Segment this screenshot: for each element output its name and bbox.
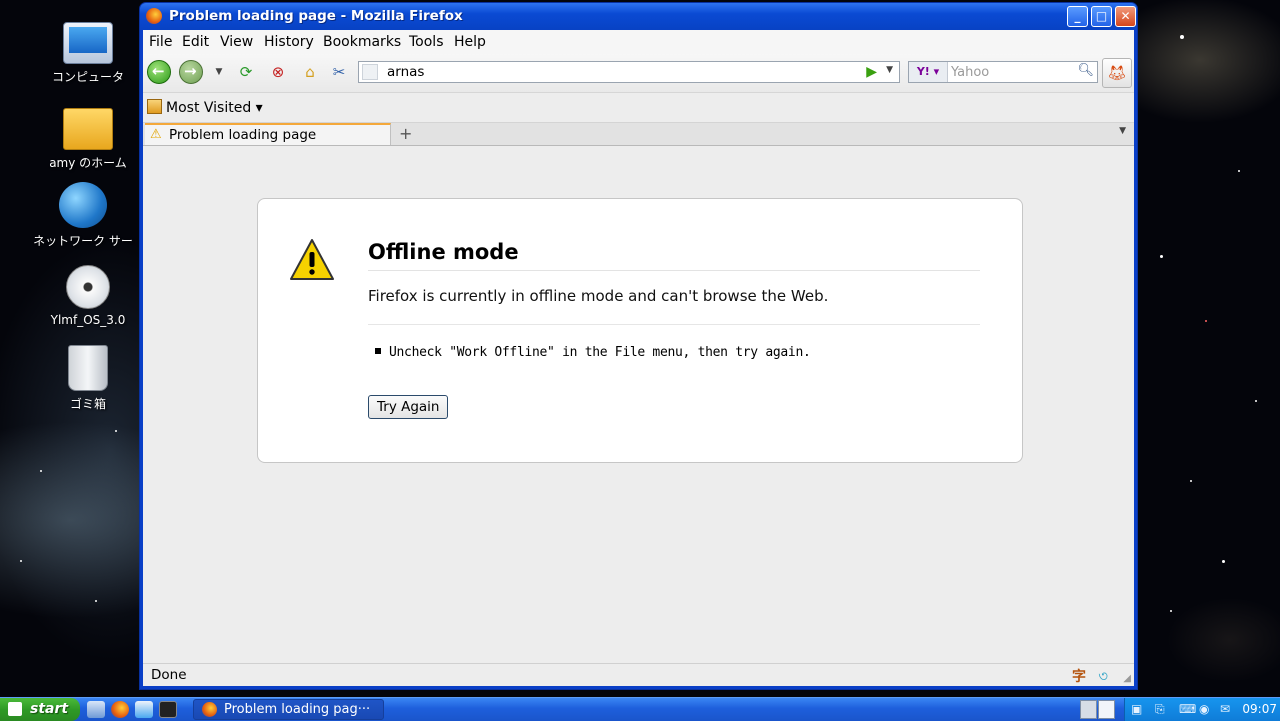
menu-view[interactable]: View [220,34,253,50]
firefox-logo-icon [146,8,162,24]
network-servers-icon [59,182,107,228]
desktop-icon-computer[interactable]: コンピュータ [33,22,143,85]
menu-help[interactable]: Help [454,34,486,50]
workspace-switcher[interactable] [1080,700,1116,719]
error-suggestion-text: Uncheck "Work Offline" in the File menu,… [389,345,811,360]
history-dropdown-icon[interactable]: ▼ [209,62,229,82]
maximize-button[interactable]: □ [1091,6,1112,27]
warning-icon: ⚠ [150,127,162,142]
network-icon[interactable]: ⎘ [1155,702,1165,717]
desktop-icon-label: Ylmf_OS_3.0 [50,313,126,327]
go-arrow-icon[interactable]: ▶ [866,64,877,80]
desktop-icon-trash[interactable]: ゴミ箱 [33,345,143,412]
yahoo-icon: Y! [916,65,930,78]
bookmark-folder-icon [147,99,162,114]
page-content: Offline mode Firefox is currently in off… [143,146,1134,664]
window-client: File Edit View History Bookmarks Tools H… [143,30,1134,686]
resize-grip-icon[interactable]: ◢ [1123,673,1131,684]
search-bar[interactable]: Y! ▾ 🔍︎ [908,61,1098,83]
mail-icon[interactable]: ✉ [1220,702,1230,716]
minimize-button[interactable]: _ [1067,6,1088,27]
url-dropdown-icon[interactable]: ▼ [886,65,893,75]
workspace-1[interactable] [1080,700,1097,719]
desktop-icon-label: amy のホーム [49,156,127,170]
show-desktop-icon[interactable] [87,701,105,718]
firefox-logo-icon [202,702,217,717]
error-title: Offline mode [368,240,980,271]
trash-icon [68,345,108,391]
most-visited-label: Most Visited ▾ [166,100,263,116]
desktop-icon-disc[interactable]: Ylmf_OS_3.0 [33,265,143,327]
tray-app-icon[interactable]: ▣ [1131,702,1142,716]
warning-triangle-icon [290,239,334,280]
start-button[interactable]: start [0,698,80,721]
error-suggestion-item: Uncheck "Work Offline" in the File menu,… [375,345,811,360]
try-again-button[interactable]: Try Again [368,395,449,419]
site-identity-icon [362,64,378,80]
tab-problem-loading[interactable]: ⚠ Problem loading page [145,123,391,145]
desktop-icon-label: コンピュータ [51,70,124,84]
bullet-icon [375,348,381,354]
forward-button[interactable]: → [179,60,203,84]
close-button[interactable]: ✕ [1115,6,1136,27]
disc-icon [66,265,110,309]
menu-history[interactable]: History [264,34,314,50]
new-tab-button[interactable]: + [399,124,412,143]
desktop-icon-network[interactable]: ネットワーク サー [28,182,138,249]
forward-arrow-icon: → [184,62,197,80]
taskbar-item-firefox[interactable]: Problem loading pag··· [193,699,384,720]
error-divider [368,324,980,325]
back-button[interactable]: ← [147,60,171,84]
keyboard-icon[interactable]: ⌨ [1179,702,1196,716]
stop-icon[interactable]: ⊗ [268,62,288,82]
url-bar[interactable]: ▶ ▼ [358,61,900,83]
status-bar: Done 字 ৩ ◢ [143,663,1134,686]
menu-tools[interactable]: Tools [409,34,444,50]
window-title: Problem loading page - Mozilla Firefox [169,8,463,24]
update-icon[interactable]: ◉ [1199,702,1209,716]
error-page-container: Offline mode Firefox is currently in off… [257,198,1023,463]
computer-icon [63,22,113,64]
bookmarks-toolbar: Most Visited ▾ [143,93,1134,123]
clock[interactable]: 09:07 [1242,702,1277,716]
navigation-toolbar: ← → ▼ ⟳ ⊗ ⌂ ✂ ▶ ▼ Y! ▾ 🔍︎ 🦊︎ [143,54,1134,93]
firefox-window: Problem loading page - Mozilla Firefox _… [139,2,1138,690]
status-text: Done [151,667,187,683]
addon-status-icon[interactable]: ৩ [1098,665,1108,690]
taskbar-item-label: Problem loading pag··· [224,702,371,717]
tab-bar: ⚠ Problem loading page + ▼ [143,123,1134,146]
menu-bar: File Edit View History Bookmarks Tools H… [143,30,1134,54]
workspace-2[interactable] [1098,700,1115,719]
home-icon[interactable]: ⌂ [300,62,320,82]
window-titlebar[interactable]: Problem loading page - Mozilla Firefox _… [140,3,1137,30]
back-arrow-icon: ← [152,62,165,80]
reload-icon[interactable]: ⟳ [236,62,256,82]
menu-bookmarks[interactable]: Bookmarks [323,34,401,50]
firefox-launcher-icon[interactable] [111,701,129,718]
start-logo-icon [8,702,22,716]
url-input[interactable] [387,63,837,81]
terminal-icon[interactable] [159,701,177,718]
menu-edit[interactable]: Edit [182,34,209,50]
system-tray: ▣ ⎘ ⌨ ◉ ✉ 09:07 [1124,698,1280,721]
search-icon[interactable]: 🔍︎ [1077,63,1094,78]
search-input[interactable] [951,63,1071,81]
most-visited-button[interactable]: Most Visited ▾ [147,99,263,116]
firefox-addon-icon[interactable]: 🦊︎ [1102,58,1132,88]
home-folder-icon [63,108,113,150]
desktop-icon-home[interactable]: amy のホーム [33,108,143,171]
tab-list-dropdown-icon[interactable]: ▼ [1119,126,1126,136]
start-label: start [30,701,69,717]
taskbar: start Problem loading pag··· ▣ ⎘ ⌨ ◉ ✉ 0… [0,697,1280,721]
menu-file[interactable]: File [149,34,172,50]
desktop-icon-label: ネットワーク サー [33,234,133,248]
file-manager-icon[interactable] [135,701,153,718]
scissors-icon[interactable]: ✂ [329,62,349,82]
ime-indicator-icon[interactable]: 字 [1072,666,1086,686]
desktop-icon-label: ゴミ箱 [69,397,106,411]
search-engine-selector[interactable]: Y! ▾ [909,62,948,82]
tab-title: Problem loading page [169,127,317,143]
error-description: Firefox is currently in offline mode and… [368,287,829,305]
